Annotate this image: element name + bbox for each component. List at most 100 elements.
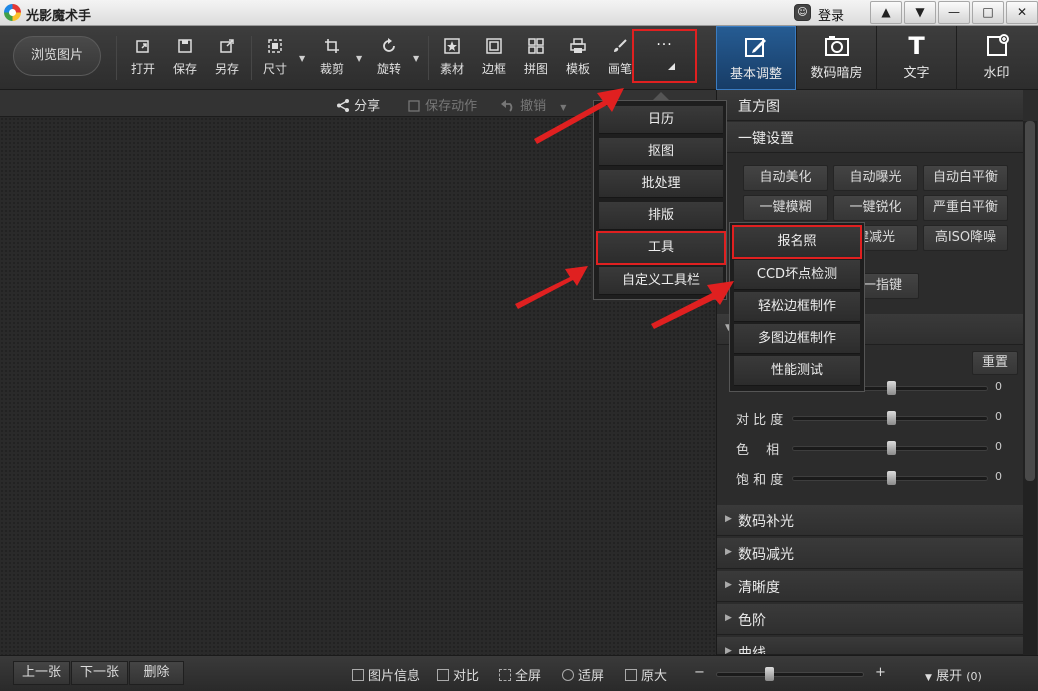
section-curves[interactable]: ▶ 曲线: [717, 637, 1023, 655]
share-button[interactable]: 分享: [336, 95, 380, 114]
slider-value: 0: [995, 470, 1002, 483]
next-image-button[interactable]: 下一张: [71, 661, 128, 685]
reset-button[interactable]: 重置: [972, 351, 1018, 375]
submenu-item-multi-border[interactable]: 多图边框制作: [734, 324, 860, 354]
zoom-slider[interactable]: [716, 667, 864, 681]
save-as-button[interactable]: 另存: [209, 34, 245, 82]
section-clarity[interactable]: ▶ 清晰度: [717, 571, 1023, 602]
menu-down-button[interactable]: ▼: [904, 1, 936, 24]
slider-track[interactable]: [792, 441, 988, 455]
preset-one-click-blur[interactable]: 一键模糊: [743, 195, 828, 221]
login-button[interactable]: ☺ 登录: [788, 0, 868, 26]
scrollbar-thumb[interactable]: [1025, 121, 1035, 481]
slider-track[interactable]: [792, 411, 988, 425]
delete-button[interactable]: 删除: [129, 661, 184, 685]
zoom-slider-thumb[interactable]: [764, 667, 774, 681]
size-dropdown-icon[interactable]: ▼: [299, 54, 305, 63]
original-size-button[interactable]: 原大: [625, 665, 667, 684]
tab-text[interactable]: T 文字: [876, 26, 956, 90]
crop-label: 裁剪: [319, 62, 344, 76]
crop-dropdown-icon[interactable]: ▼: [356, 54, 362, 63]
collage-button[interactable]: 拼图: [518, 34, 554, 82]
panel-scrollbar[interactable]: [1023, 121, 1037, 655]
zoom-in-button[interactable]: +: [875, 665, 886, 680]
slider-thumb[interactable]: [887, 471, 896, 485]
share-label: 分享: [354, 99, 381, 114]
app-title: 光影魔术手: [26, 9, 92, 24]
share-icon: [337, 99, 349, 112]
menu-item-cutout[interactable]: 抠图: [599, 138, 723, 166]
save-action-button[interactable]: 保存动作: [408, 95, 477, 114]
menu-item-batch[interactable]: 批处理: [599, 170, 723, 198]
slider-thumb[interactable]: [887, 441, 896, 455]
section-digital-reduce-light[interactable]: ▶ 数码减光: [717, 538, 1023, 569]
section-levels[interactable]: ▶ 色阶: [717, 604, 1023, 635]
one-click-header[interactable]: 一键设置: [717, 122, 1023, 153]
template-button[interactable]: 模板: [560, 34, 596, 82]
minimize-button[interactable]: —: [938, 1, 970, 24]
fit-screen-button[interactable]: 适屏: [562, 665, 604, 684]
border-button[interactable]: 边框: [476, 34, 512, 82]
material-button[interactable]: 素材: [434, 34, 470, 82]
preset-high-iso-denoise[interactable]: 高ISO降噪: [923, 225, 1008, 251]
submenu-item-easy-border[interactable]: 轻松边框制作: [734, 292, 860, 322]
submenu-item-performance-test[interactable]: 性能测试: [734, 356, 860, 386]
more-tools-menu: 日历 抠图 批处理 排版 工具 自定义工具栏: [593, 100, 727, 300]
tab-basic-adjust[interactable]: 基本调整: [716, 26, 796, 90]
preset-one-click-sharpen[interactable]: 一键锐化: [833, 195, 918, 221]
undo-label: 撤销: [520, 99, 547, 114]
undo-button[interactable]: 撤销 ▼: [500, 95, 566, 114]
fit-screen-icon: [562, 669, 574, 681]
preset-auto-exposure[interactable]: 自动曝光: [833, 165, 918, 191]
expand-triangle-icon: ▶: [725, 613, 732, 623]
more-tools-button[interactable]: ···: [632, 29, 697, 83]
browse-images-button[interactable]: 浏览图片: [13, 36, 101, 76]
rotate-button[interactable]: 旋转: [371, 34, 407, 82]
fullscreen-label: 全屏: [515, 669, 542, 684]
preset-auto-beautify[interactable]: 自动美化: [743, 165, 828, 191]
menu-item-layout[interactable]: 排版: [599, 202, 723, 230]
submenu-item-id-photo[interactable]: 报名照: [732, 225, 862, 259]
prev-image-button[interactable]: 上一张: [13, 661, 70, 685]
undo-dropdown-icon[interactable]: ▼: [560, 103, 566, 112]
menu-item-tools[interactable]: 工具: [596, 231, 726, 265]
slider-thumb[interactable]: [887, 411, 896, 425]
zoom-out-button[interactable]: −: [694, 665, 705, 680]
preset-auto-white-balance[interactable]: 自动白平衡: [923, 165, 1008, 191]
login-label: 登录: [818, 9, 845, 24]
tools-submenu: 报名照 CCD坏点检测 轻松边框制作 多图边框制作 性能测试: [729, 222, 865, 392]
slider-thumb[interactable]: [887, 381, 896, 395]
main-toolbar: 浏览图片 打开 保存 另存 尺寸 ▼ 裁剪 ▼ 旋转 ▼ 素材 边框 拼图 模板…: [0, 26, 716, 90]
menu-item-calendar[interactable]: 日历: [599, 106, 723, 134]
section-label: 曲线: [738, 646, 766, 655]
expand-triangle-icon: ▶: [725, 580, 732, 590]
slider-track[interactable]: [792, 471, 988, 485]
histogram-header[interactable]: 直方图: [717, 90, 1023, 121]
section-digital-fill-light[interactable]: ▶ 数码补光: [717, 505, 1023, 536]
size-button[interactable]: 尺寸: [257, 34, 293, 82]
crop-button[interactable]: 裁剪: [314, 34, 350, 82]
crop-icon: [325, 39, 339, 53]
add-watermark-icon: [986, 34, 1009, 56]
submenu-item-ccd-check[interactable]: CCD坏点检测: [734, 260, 860, 290]
skin-up-button[interactable]: ▲: [870, 1, 902, 24]
maximize-button[interactable]: □: [972, 1, 1004, 24]
save-action-icon: [408, 100, 420, 112]
rotate-dropdown-icon[interactable]: ▼: [413, 54, 419, 63]
close-button[interactable]: ✕: [1006, 1, 1038, 24]
menu-item-custom-toolbar[interactable]: 自定义工具栏: [599, 267, 723, 295]
tab-digital-darkroom[interactable]: 数码暗房: [796, 26, 876, 90]
fullscreen-button[interactable]: 全屏: [499, 665, 541, 684]
tab-watermark[interactable]: 水印: [956, 26, 1036, 90]
compare-button[interactable]: 对比: [437, 665, 479, 684]
open-button[interactable]: 打开: [125, 34, 161, 82]
image-info-button[interactable]: 图片信息: [352, 665, 420, 684]
histogram-title: 直方图: [738, 99, 780, 115]
section-label: 色阶: [738, 613, 766, 629]
save-button[interactable]: 保存: [167, 34, 203, 82]
expand-filmstrip-button[interactable]: ▼ 展开 (0): [925, 665, 982, 684]
border-icon: [486, 38, 502, 54]
template-label: 模板: [565, 62, 590, 76]
expand-count: (0): [966, 670, 982, 683]
preset-severe-white-balance[interactable]: 严重白平衡: [923, 195, 1008, 221]
